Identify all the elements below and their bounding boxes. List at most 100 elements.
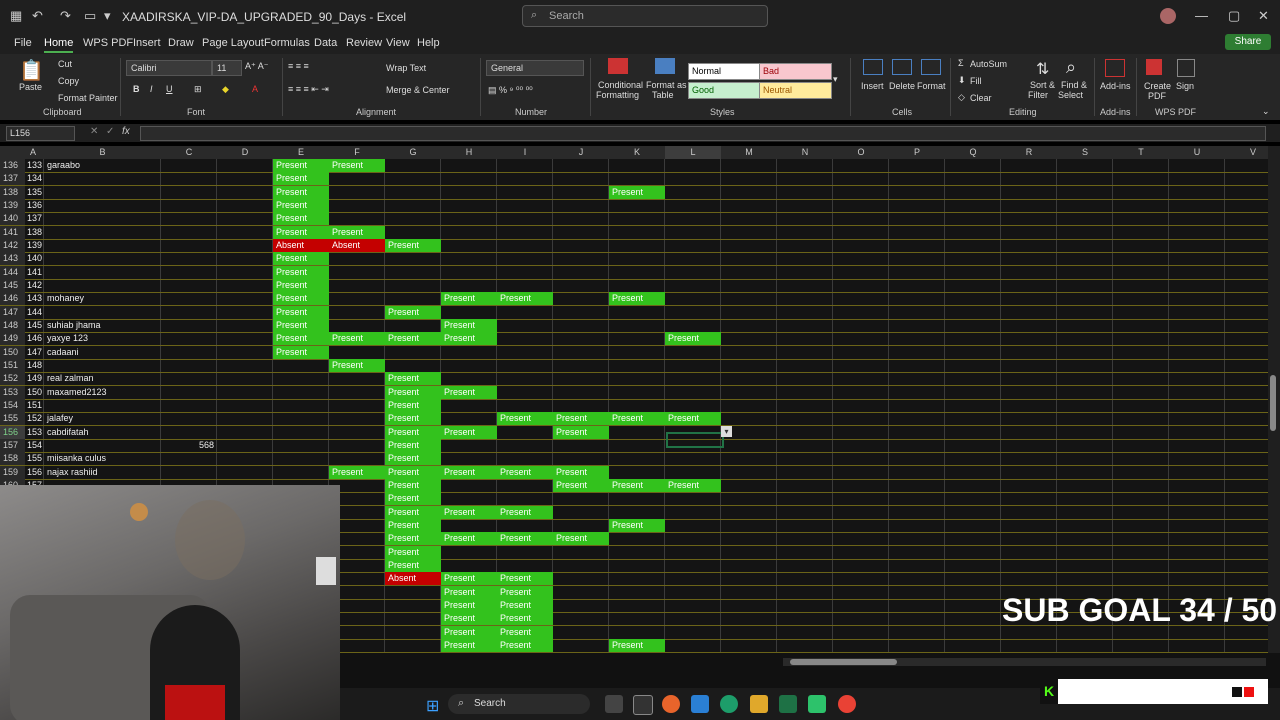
- cell-name[interactable]: [44, 266, 161, 279]
- chrome-icon[interactable]: [838, 695, 856, 713]
- cell-index[interactable]: 156: [22, 466, 44, 479]
- cell-name[interactable]: mohaney: [44, 292, 161, 305]
- formula-input[interactable]: [140, 126, 1266, 141]
- column-header-a[interactable]: A: [22, 146, 44, 159]
- settings-icon[interactable]: [633, 695, 653, 715]
- cell-name[interactable]: [44, 212, 161, 225]
- cell-present[interactable]: Present: [441, 598, 497, 612]
- bold-icon[interactable]: B: [133, 84, 140, 94]
- excel-taskbar-icon[interactable]: [779, 695, 797, 713]
- file-explorer-icon[interactable]: [750, 695, 768, 713]
- cell-present[interactable]: Present: [385, 372, 441, 386]
- cell-present[interactable]: Present: [329, 332, 385, 346]
- currency-icon[interactable]: ▤ % ⁹ ⁰⁰ ⁰⁰: [488, 85, 533, 96]
- cell-index[interactable]: 155: [22, 452, 44, 465]
- find-select-icon[interactable]: ⌕: [1066, 57, 1076, 78]
- cell-present[interactable]: Present: [273, 318, 329, 332]
- autosum-icon[interactable]: Σ: [958, 58, 964, 68]
- cell-present[interactable]: Present: [497, 612, 553, 626]
- enter-icon[interactable]: ✓: [106, 126, 114, 137]
- cell-index[interactable]: 134: [22, 172, 44, 185]
- cell-present[interactable]: Present: [385, 438, 441, 452]
- styles-more-icon[interactable]: ▾: [833, 74, 838, 85]
- cell-present[interactable]: Present: [273, 332, 329, 346]
- cell-present[interactable]: Present: [441, 425, 497, 439]
- tab-home[interactable]: Home: [44, 37, 74, 53]
- cell-index[interactable]: 149: [22, 372, 44, 385]
- column-header-q[interactable]: Q: [945, 146, 1001, 159]
- underline-icon[interactable]: U: [166, 84, 173, 94]
- cell-present[interactable]: Present: [385, 532, 441, 546]
- cell-present[interactable]: Present: [441, 585, 497, 599]
- fill-color-icon[interactable]: ◆: [222, 84, 229, 95]
- cell-present[interactable]: Present: [273, 345, 329, 359]
- cell-index[interactable]: 133: [22, 159, 44, 172]
- cell-present[interactable]: Present: [553, 412, 609, 426]
- cell-present[interactable]: Present: [385, 558, 441, 572]
- style-good[interactable]: Good: [688, 82, 761, 99]
- cell-name[interactable]: cadaani: [44, 346, 161, 359]
- cell-present[interactable]: Present: [497, 638, 553, 652]
- tab-formulas[interactable]: Formulas: [264, 37, 310, 49]
- cell-name[interactable]: maxamed2123: [44, 386, 161, 399]
- style-bad[interactable]: Bad: [759, 63, 832, 80]
- cell-index[interactable]: 135: [22, 186, 44, 199]
- cell-present[interactable]: Present: [329, 225, 385, 239]
- cell-present[interactable]: Present: [441, 465, 497, 479]
- cell-name[interactable]: [44, 172, 161, 185]
- cell-present[interactable]: Present: [385, 332, 441, 346]
- borders-icon[interactable]: ⊞: [194, 84, 202, 95]
- tab-draw[interactable]: Draw: [168, 37, 194, 49]
- open-icon[interactable]: ▭: [84, 8, 96, 24]
- copilot-icon[interactable]: [691, 695, 709, 713]
- cell-name[interactable]: [44, 252, 161, 265]
- italic-icon[interactable]: I: [150, 84, 153, 94]
- cell-index[interactable]: 151: [22, 399, 44, 412]
- paste-button[interactable]: Paste: [19, 82, 42, 92]
- sort-filter-icon[interactable]: ⇅: [1036, 59, 1049, 79]
- sign-icon[interactable]: [1177, 59, 1195, 77]
- column-header-d[interactable]: D: [217, 146, 273, 159]
- cell-name[interactable]: yaxye 123: [44, 332, 161, 345]
- cell-present[interactable]: Present: [273, 292, 329, 306]
- cell-present[interactable]: Present: [385, 412, 441, 426]
- cancel-entry-icon[interactable]: ✕: [90, 126, 98, 137]
- format-cells-icon[interactable]: [921, 59, 941, 75]
- cell-present[interactable]: Present: [385, 425, 441, 439]
- fill-icon[interactable]: ⬇: [958, 75, 966, 86]
- cell-present[interactable]: Present: [385, 305, 441, 319]
- find-select-button[interactable]: Find &: [1061, 80, 1087, 90]
- addins-icon[interactable]: [1105, 59, 1125, 77]
- column-header-n[interactable]: N: [777, 146, 833, 159]
- tab-page-layout[interactable]: Page Layout: [202, 37, 264, 49]
- cell-present[interactable]: Present: [385, 492, 441, 506]
- conditional-formatting-icon[interactable]: [608, 58, 628, 74]
- sign-button[interactable]: Sign: [1176, 81, 1194, 91]
- cell-absent[interactable]: Absent: [273, 238, 329, 252]
- cell-present[interactable]: Present: [553, 478, 609, 492]
- cell-present[interactable]: Present: [497, 532, 553, 546]
- font-size-select[interactable]: 11: [212, 60, 242, 76]
- font-color-icon[interactable]: A: [252, 84, 258, 94]
- column-header-h[interactable]: H: [441, 146, 497, 159]
- dropdown-arrow-icon[interactable]: ▾: [721, 426, 732, 437]
- column-header-e[interactable]: E: [273, 146, 329, 159]
- paste-icon[interactable]: 📋: [19, 58, 44, 83]
- vertical-scroll-thumb[interactable]: [1270, 375, 1276, 431]
- insert-function-icon[interactable]: fx: [122, 126, 130, 137]
- cell-index[interactable]: 147: [22, 346, 44, 359]
- cell-index[interactable]: 143: [22, 292, 44, 305]
- format-as-table-icon[interactable]: [655, 58, 675, 74]
- cell-present[interactable]: Present: [665, 478, 721, 492]
- cell-present[interactable]: Present: [497, 598, 553, 612]
- task-view-icon[interactable]: [605, 695, 623, 713]
- cell-index[interactable]: 150: [22, 386, 44, 399]
- grow-font-icon[interactable]: A⁺ A⁻: [245, 61, 269, 72]
- cell-name[interactable]: [44, 306, 161, 319]
- cell-index[interactable]: 148: [22, 359, 44, 372]
- cell-present[interactable]: Present: [441, 292, 497, 306]
- redo-icon[interactable]: ↷: [60, 8, 71, 24]
- cell-present[interactable]: Present: [497, 465, 553, 479]
- insert-cells-icon[interactable]: [863, 59, 883, 75]
- style-normal[interactable]: Normal: [688, 63, 761, 80]
